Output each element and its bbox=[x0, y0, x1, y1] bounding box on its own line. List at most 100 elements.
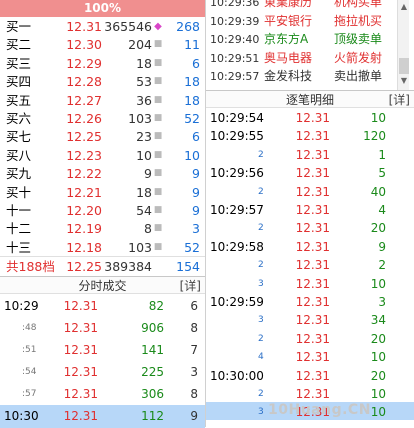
bid-order-count: 52 bbox=[184, 111, 200, 126]
trade-volume: 225 bbox=[141, 365, 164, 379]
bid-row[interactable]: 买二 12.30 204 ■ 11 bbox=[0, 35, 205, 54]
bid-marker-icon: ■ bbox=[153, 113, 163, 123]
summary-volume: 389384 bbox=[104, 259, 152, 274]
bid-volume: 103 bbox=[128, 239, 152, 255]
bid-row[interactable]: 十一 12.20 54 ■ 9 bbox=[0, 201, 205, 220]
bid-order-count: 18 bbox=[184, 92, 200, 108]
time-sales-row[interactable]: :54 12.31 225 3 bbox=[0, 361, 205, 384]
bid-level-label: 买十 bbox=[6, 184, 32, 200]
tick-volume: 2 bbox=[378, 258, 386, 273]
bid-row[interactable]: 买六 12.26 103 ■ 52 bbox=[0, 109, 205, 128]
trade-time: :48 bbox=[22, 323, 37, 333]
bid-price: 12.22 bbox=[66, 166, 102, 182]
bid-row[interactable]: 买十 12.21 18 ■ 9 bbox=[0, 183, 205, 202]
news-stock-name: 金发科技 bbox=[264, 69, 313, 83]
bid-level-label: 十三 bbox=[6, 239, 32, 255]
tick-price: 12.31 bbox=[295, 147, 330, 162]
tick-volume: 20 bbox=[370, 221, 386, 236]
trade-price: 12.31 bbox=[63, 321, 98, 335]
news-row[interactable]: 10:29:39 平安银行 拖拉机买 bbox=[206, 12, 406, 31]
bid-volume: 365546 bbox=[104, 19, 152, 34]
bid-level-label: 十一 bbox=[6, 203, 32, 218]
news-row[interactable]: 10:29:51 奥马电器 火箭发射 bbox=[206, 49, 406, 68]
news-row[interactable]: 10:29:36 東業康历 机构买单 bbox=[206, 0, 406, 12]
news-row[interactable]: 10:29:40 京东方A 顶级卖单 bbox=[206, 30, 406, 49]
tick-time: 4 bbox=[258, 352, 264, 363]
trade-price: 12.31 bbox=[63, 387, 98, 401]
bid-level-label: 买七 bbox=[6, 129, 32, 145]
trade-price: 12.31 bbox=[63, 365, 98, 379]
bid-marker-icon: ■ bbox=[153, 205, 163, 215]
time-sales-detail-link[interactable]: [详] bbox=[180, 277, 201, 295]
tick-price: 12.31 bbox=[295, 331, 330, 346]
bid-row[interactable]: 买一 12.31 365546 ◆ 268 bbox=[0, 17, 205, 36]
bid-row[interactable]: 买四 12.28 53 ■ 18 bbox=[0, 72, 205, 91]
tick-time: 2 bbox=[258, 149, 264, 160]
trade-volume: 306 bbox=[141, 387, 164, 401]
time-sales-row[interactable]: 10:30 12.31 112 9 bbox=[0, 405, 205, 428]
time-sales-row[interactable]: 10:29 12.31 82 6 bbox=[0, 295, 205, 318]
scroll-down-icon[interactable]: ▼ bbox=[400, 76, 408, 85]
tick-detail-link[interactable]: [详] bbox=[389, 91, 410, 109]
tick-time: 3 bbox=[258, 407, 264, 418]
bid-marker-icon: ■ bbox=[153, 149, 163, 160]
bid-level-label: 买九 bbox=[6, 166, 32, 182]
news-row[interactable]: 10:29:57 金发科技 卖出撤单 bbox=[206, 67, 406, 86]
bid-row[interactable]: 买九 12.22 9 ■ 9 bbox=[0, 164, 205, 183]
bid-price: 12.21 bbox=[66, 184, 102, 200]
time-sales-title: 分时成交 bbox=[78, 279, 127, 293]
tick-price: 12.31 bbox=[295, 276, 330, 291]
bid-row[interactable]: 买八 12.23 10 ■ 10 bbox=[0, 146, 205, 165]
bid-volume: 53 bbox=[136, 74, 152, 90]
bid-level-label: 十二 bbox=[6, 221, 32, 237]
trade-price: 12.31 bbox=[63, 343, 98, 357]
tick-detail-title: 逐笔明细 bbox=[285, 93, 334, 107]
tick-time: 10:29:56 bbox=[210, 166, 264, 181]
trade-time: :54 bbox=[22, 367, 37, 377]
bid-volume: 18 bbox=[136, 55, 152, 71]
bid-price: 12.20 bbox=[66, 203, 102, 218]
trade-volume: 82 bbox=[148, 299, 164, 313]
time-sales-row[interactable]: :48 12.31 906 8 bbox=[0, 317, 205, 340]
tick-volume: 9 bbox=[378, 239, 386, 254]
bid-volume: 36 bbox=[136, 92, 152, 108]
trade-time: :57 bbox=[22, 389, 37, 399]
bid-order-count: 9 bbox=[192, 203, 200, 218]
bid-row[interactable]: 十三 12.18 103 ■ 52 bbox=[0, 238, 205, 257]
tick-time: 10:29:55 bbox=[210, 129, 264, 144]
bid-volume: 23 bbox=[136, 129, 152, 145]
tick-volume: 4 bbox=[378, 203, 386, 217]
bid-row[interactable]: 买七 12.25 23 ■ 6 bbox=[0, 127, 205, 146]
tick-price: 12.31 bbox=[295, 387, 330, 401]
summary-label: 共188档 bbox=[6, 259, 55, 274]
bid-volume: 10 bbox=[136, 147, 152, 163]
time-sales-row[interactable]: :57 12.31 306 8 bbox=[0, 383, 205, 406]
bid-marker-icon: ■ bbox=[153, 168, 163, 179]
scroll-up-icon[interactable]: ▲ bbox=[400, 2, 408, 11]
bid-marker-icon: ■ bbox=[153, 39, 163, 50]
trade-count: 7 bbox=[190, 343, 198, 357]
bid-price: 12.29 bbox=[66, 55, 102, 71]
bid-marker-icon: ■ bbox=[153, 76, 163, 87]
bid-marker-icon: ■ bbox=[153, 241, 163, 252]
tick-time: 10:29:54 bbox=[210, 111, 264, 125]
news-scrollbar[interactable]: ▲ ▼ bbox=[397, 0, 409, 90]
bid-marker-icon: ■ bbox=[153, 131, 163, 142]
tick-time: 10:29:57 bbox=[210, 203, 264, 217]
bid-row[interactable]: 买五 12.27 36 ■ 18 bbox=[0, 91, 205, 110]
news-event: 拖拉机买 bbox=[334, 13, 383, 28]
bid-volume: 103 bbox=[128, 111, 152, 126]
bid-price: 12.30 bbox=[66, 37, 102, 53]
trade-count: 8 bbox=[190, 321, 198, 335]
bid-row[interactable]: 买三 12.29 18 ■ 6 bbox=[0, 54, 205, 73]
tick-volume: 10 bbox=[370, 111, 386, 125]
trade-price: 12.31 bbox=[63, 299, 98, 313]
news-event: 火箭发射 bbox=[334, 50, 383, 65]
tick-volume: 1 bbox=[378, 147, 386, 162]
bid-row[interactable]: 十二 12.19 8 ■ 3 bbox=[0, 219, 205, 238]
bid-volume: 54 bbox=[136, 203, 152, 218]
bid-order-count: 9 bbox=[192, 184, 200, 200]
time-sales-row[interactable]: :51 12.31 141 7 bbox=[0, 339, 205, 362]
scroll-thumb[interactable] bbox=[399, 58, 409, 74]
tick-volume: 120 bbox=[363, 129, 386, 144]
